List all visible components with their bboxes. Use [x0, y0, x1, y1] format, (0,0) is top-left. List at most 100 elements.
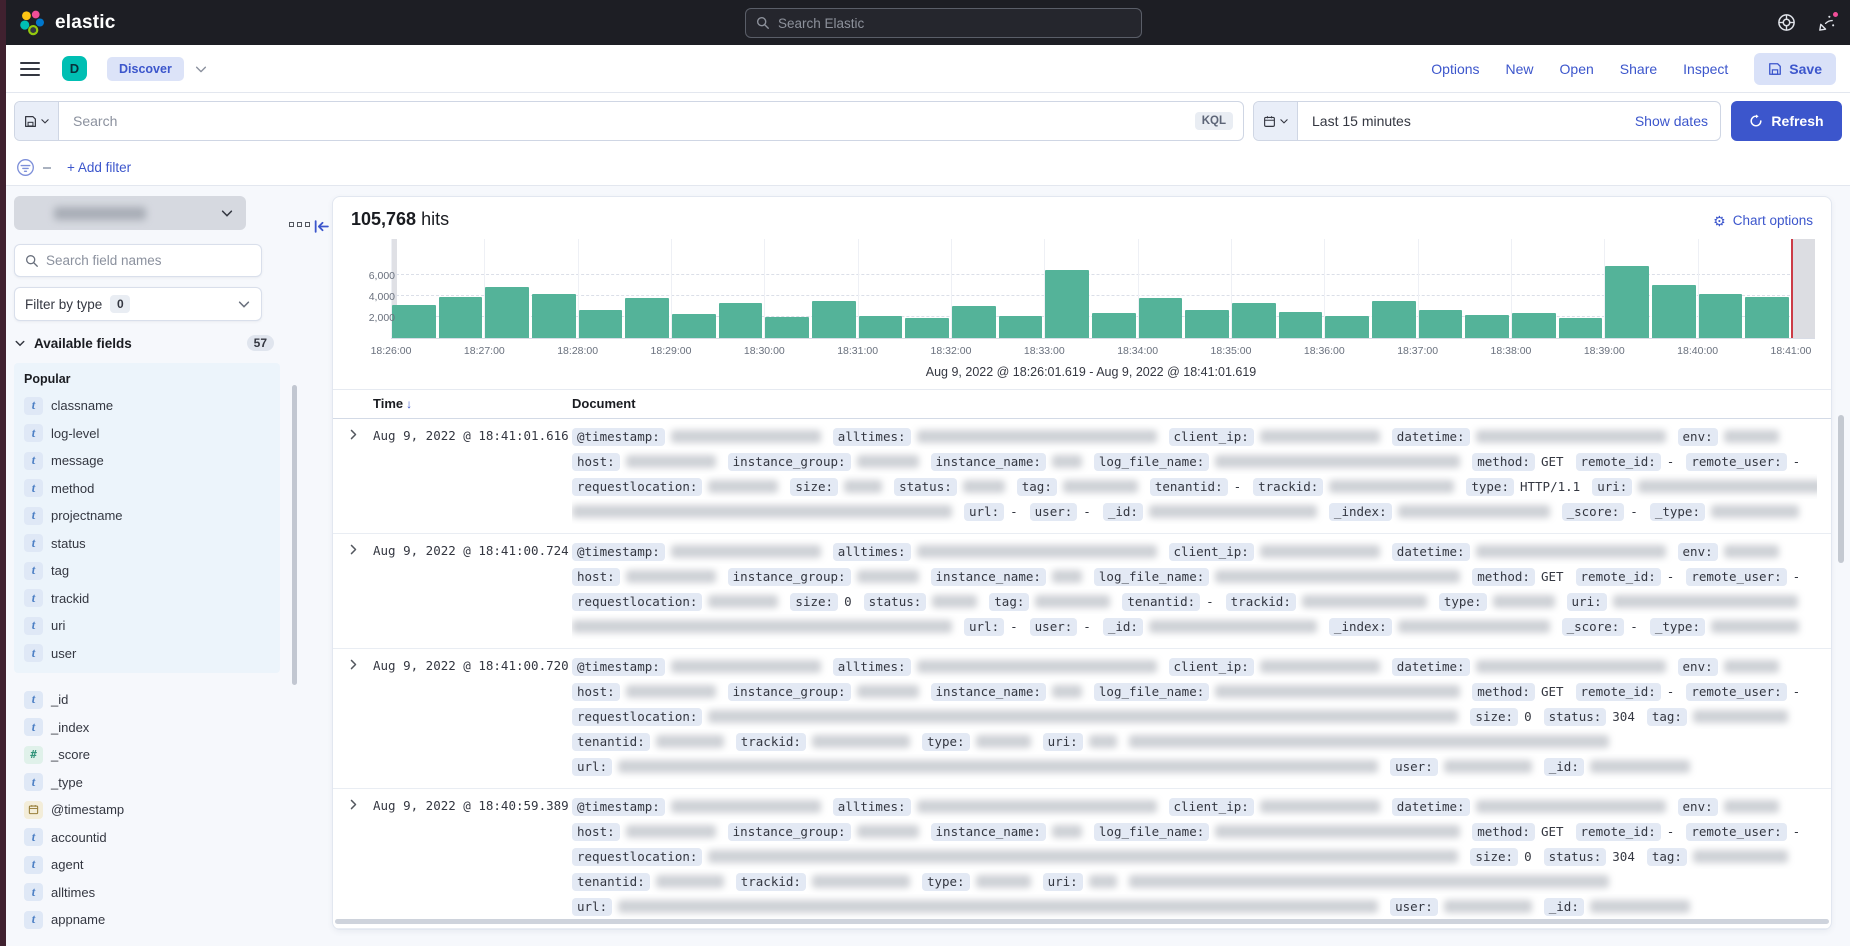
field-label-pill[interactable]: datetime: — [1392, 428, 1470, 446]
time-range-value[interactable]: Last 15 minutes — [1298, 113, 1635, 129]
histogram-bar[interactable] — [999, 316, 1043, 338]
field-label-pill[interactable]: @timestamp: — [572, 543, 665, 561]
field-label-pill[interactable]: instance_name: — [931, 453, 1046, 471]
field-label-pill[interactable]: size: — [1470, 708, 1518, 726]
field-label-pill[interactable]: alltimes: — [833, 543, 911, 561]
share-link[interactable]: Share — [1620, 61, 1657, 77]
field-label-pill[interactable]: method: — [1472, 453, 1535, 471]
histogram-bar[interactable] — [532, 294, 576, 338]
field-search-input[interactable] — [46, 253, 251, 268]
histogram-bar[interactable] — [1325, 316, 1369, 338]
field-item-message[interactable]: tmessage — [22, 447, 272, 475]
field-label-pill[interactable]: alltimes: — [833, 658, 911, 676]
histogram-bar[interactable] — [812, 301, 856, 338]
field-label-pill[interactable]: @timestamp: — [572, 658, 665, 676]
field-label-pill[interactable]: client_ip: — [1169, 798, 1254, 816]
histogram-bar[interactable] — [1699, 294, 1743, 338]
field-label-pill[interactable]: status: — [894, 478, 957, 496]
field-label-pill[interactable]: log_file_name: — [1094, 823, 1209, 841]
news-feed-icon[interactable] — [1816, 13, 1836, 33]
saved-query-menu-button[interactable] — [15, 102, 59, 140]
global-search[interactable] — [745, 8, 1142, 38]
field-label-pill[interactable]: url: — [572, 758, 612, 776]
expand-row-icon[interactable] — [347, 658, 360, 676]
help-icon[interactable] — [1776, 13, 1796, 33]
refresh-button[interactable]: Refresh — [1731, 101, 1842, 141]
field-label-pill[interactable]: type: — [1439, 593, 1487, 611]
options-link[interactable]: Options — [1431, 61, 1479, 77]
histogram-bar[interactable] — [1139, 298, 1183, 338]
histogram-bar[interactable] — [672, 314, 716, 338]
field-label-pill[interactable]: instance_name: — [931, 683, 1046, 701]
field-item-_index[interactable]: t_index — [22, 714, 280, 742]
field-label-pill[interactable]: uri: — [1567, 593, 1607, 611]
field-label-pill[interactable]: datetime: — [1392, 543, 1470, 561]
histogram-bar[interactable] — [1419, 310, 1463, 338]
histogram-bar[interactable] — [765, 317, 809, 338]
histogram-bar[interactable] — [1745, 297, 1789, 338]
save-button[interactable]: Save — [1754, 53, 1836, 85]
field-label-pill[interactable]: requestlocation: — [572, 593, 702, 611]
histogram-bar[interactable] — [1512, 313, 1556, 338]
field-item-projectname[interactable]: tprojectname — [22, 502, 272, 530]
menu-icon[interactable] — [20, 62, 40, 76]
global-search-input[interactable] — [778, 16, 1131, 31]
field-label-pill[interactable]: env: — [1678, 798, 1718, 816]
field-item-trackid[interactable]: ttrackid — [22, 585, 272, 613]
field-label-pill[interactable]: remote_id: — [1576, 453, 1661, 471]
breadcrumb-discover[interactable]: Discover — [107, 57, 184, 81]
field-label-pill[interactable]: remote_user: — [1686, 453, 1786, 471]
field-label-pill[interactable]: url: — [964, 503, 1004, 521]
field-label-pill[interactable]: requestlocation: — [572, 848, 702, 866]
field-label-pill[interactable]: _score: — [1562, 618, 1625, 636]
field-label-pill[interactable]: host: — [572, 568, 620, 586]
field-label-pill[interactable]: user: — [1030, 618, 1078, 636]
vertical-scrollbar[interactable] — [1838, 415, 1844, 563]
histogram-bar[interactable] — [1372, 301, 1416, 338]
field-label-pill[interactable]: instance_name: — [931, 568, 1046, 586]
quick-select-button[interactable] — [1254, 102, 1298, 140]
field-label-pill[interactable]: uri: — [1043, 873, 1083, 891]
histogram-bar[interactable] — [625, 298, 669, 338]
field-label-pill[interactable]: status: — [1544, 708, 1607, 726]
histogram-bar[interactable] — [1279, 312, 1323, 338]
histogram-bar[interactable] — [1045, 270, 1089, 338]
field-label-pill[interactable]: _index: — [1329, 618, 1392, 636]
field-label-pill[interactable]: env: — [1678, 428, 1718, 446]
field-item-appname[interactable]: tappname — [22, 906, 280, 934]
field-label-pill[interactable]: host: — [572, 453, 620, 471]
collapse-sidebar-icon[interactable] — [313, 218, 330, 240]
expand-row-icon[interactable] — [347, 543, 360, 561]
field-label-pill[interactable]: instance_group: — [728, 453, 851, 471]
field-label-pill[interactable]: env: — [1678, 658, 1718, 676]
field-label-pill[interactable]: _type: — [1650, 618, 1705, 636]
field-item-agent[interactable]: tagent — [22, 851, 280, 879]
field-label-pill[interactable]: datetime: — [1392, 798, 1470, 816]
field-item-_type[interactable]: t_type — [22, 769, 280, 797]
field-label-pill[interactable]: client_ip: — [1169, 658, 1254, 676]
field-label-pill[interactable]: status: — [1544, 848, 1607, 866]
field-item-accountid[interactable]: taccountid — [22, 824, 280, 852]
field-label-pill[interactable]: tag: — [1017, 478, 1057, 496]
histogram-bar[interactable] — [1232, 303, 1276, 338]
field-label-pill[interactable]: alltimes: — [833, 798, 911, 816]
field-label-pill[interactable]: user: — [1390, 898, 1438, 916]
field-label-pill[interactable]: instance_group: — [728, 568, 851, 586]
histogram-bar[interactable] — [1605, 266, 1649, 338]
field-item-user[interactable]: tuser — [22, 640, 272, 668]
field-layout-icon[interactable] — [289, 222, 310, 227]
filter-menu-icon[interactable] — [16, 158, 35, 177]
field-label-pill[interactable]: uri: — [1592, 478, 1632, 496]
field-label-pill[interactable]: type: — [922, 733, 970, 751]
field-item-tag[interactable]: ttag — [22, 557, 272, 585]
histogram-bar[interactable] — [579, 310, 623, 338]
field-label-pill[interactable]: tenantid: — [572, 873, 650, 891]
field-item-_id[interactable]: t_id — [22, 686, 280, 714]
histogram-bar[interactable] — [1092, 313, 1136, 338]
field-label-pill[interactable]: _index: — [1329, 503, 1392, 521]
show-dates-link[interactable]: Show dates — [1635, 113, 1708, 129]
histogram-chart[interactable] — [391, 239, 1815, 339]
field-label-pill[interactable]: requestlocation: — [572, 478, 702, 496]
field-label-pill[interactable]: user: — [1390, 758, 1438, 776]
field-label-pill[interactable]: tag: — [1647, 848, 1687, 866]
